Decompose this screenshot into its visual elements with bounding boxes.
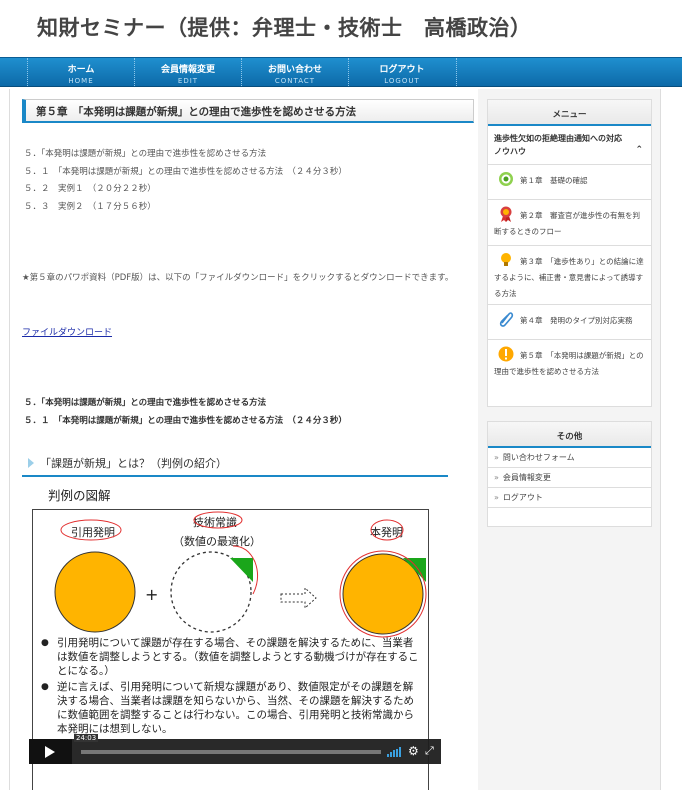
triangle-bullet-icon	[28, 458, 34, 468]
main-content: 第５章 「本発明は課題が新規」との理由で進歩性を認めさせる方法 ５．「本発明は課…	[10, 89, 478, 790]
menu-title: メニュー	[488, 100, 651, 126]
menu-item-chapter-4[interactable]: 第４章 発明のタイプ別対応実務	[488, 305, 651, 340]
toc-item: ５．２ 実例１ （２０分２２秒）	[24, 184, 156, 194]
nav-contact-sublabel: CONTACT	[274, 77, 316, 85]
chevron-right-icon: »	[494, 453, 499, 462]
exclamation-icon	[498, 346, 514, 362]
label-common-knowledge-sub: （数値の最適化）	[173, 534, 261, 548]
nav-edit-sublabel: EDIT	[177, 77, 199, 85]
menu-item-label: 第１章 基礎の確認	[520, 176, 588, 185]
nav-edit[interactable]: 会員情報変更 EDIT	[134, 58, 241, 86]
section-title-text: 「課題が新規」とは？（判例の紹介）	[40, 457, 227, 470]
slide-heading: 判例の図解	[48, 488, 111, 503]
chapter-title: 第５章 「本発明は課題が新規」との理由で進歩性を認めさせる方法	[22, 99, 474, 123]
nav-logout-label: ログアウト	[379, 65, 425, 75]
menu-item-chapter-2[interactable]: 第２章 審査官が進歩性の有無を判断するときのフロー	[488, 200, 651, 246]
seek-bar[interactable]	[81, 750, 381, 754]
lecture-item: ５．１ 「本発明は課題が新規」との理由で進歩性を認めさせる方法 （２４分３秒）	[24, 415, 347, 426]
global-nav: ホーム HOME 会員情報変更 EDIT お問い合わせ CONTACT ログアウ…	[0, 57, 682, 87]
chevron-right-icon: »	[494, 493, 499, 502]
nav-logout-sublabel: LOGOUT	[384, 77, 420, 85]
site-title[interactable]: 知財セミナー（提供：弁理士・技術士 高橋政治）	[37, 12, 532, 42]
menu-item-label: 第５章 「本発明は課題が新規」との理由で進歩性を認めさせる方法	[494, 351, 644, 376]
toc-list: ５．「本発明は課題が新規」との理由で進歩性を認めさせる方法 ５．１ 「本発明は課…	[24, 146, 347, 216]
download-note: ★第５章のパワポ資料（PDF版）は、以下の「ファイルダウンロード」をクリックする…	[22, 273, 454, 283]
prior-art-circle	[54, 551, 136, 633]
nav-divider	[456, 58, 457, 86]
video-controls: 24:03 ⚙ ⤢	[29, 734, 441, 764]
nav-edit-label: 会員情報変更	[160, 65, 215, 75]
slide-bullet: 引用発明について課題が存在する場合、その課題を解決するために、当業者は数値を調整…	[41, 636, 423, 678]
file-download-link[interactable]: ファイルダウンロード	[22, 325, 112, 338]
menu-item-chapter-3[interactable]: 第３章 「進歩性あり」との結論に達するように、補正書・意見書によって誘導する方法	[488, 246, 651, 305]
medal-icon	[500, 206, 512, 222]
paperclip-icon	[499, 312, 514, 327]
chevron-right-icon: »	[494, 473, 499, 482]
other-item-edit-member[interactable]: » 会員情報変更	[488, 468, 651, 488]
toc-item: ５．「本発明は課題が新規」との理由で進歩性を認めさせる方法	[24, 149, 267, 159]
menu-item-label: 第２章 審査官が進歩性の有無を判断するときのフロー	[494, 211, 640, 236]
other-item-label: 会員情報変更	[502, 473, 551, 482]
arrow-right-icon	[280, 586, 317, 610]
menu-item-label: 第４章 発明のタイプ別対応実務	[520, 316, 633, 325]
menu-item-chapter-1[interactable]: 第１章 基礎の確認	[488, 165, 651, 200]
menu-box: メニュー 進歩性欠如の拒絶理由通知への対応ノウハウ ⌃ 第１章 基礎の確認 第２…	[487, 99, 652, 407]
fullscreen-icon[interactable]: ⤢	[425, 744, 434, 758]
common-knowledge-wedge	[230, 558, 253, 582]
nav-contact-label: お問い合わせ	[267, 65, 322, 75]
lecture-item: ５．「本発明は課題が新規」との理由で進歩性を認めさせる方法	[24, 398, 267, 408]
site-header: 知財セミナー（提供：弁理士・技術士 高橋政治）	[0, 0, 682, 57]
gear-icon[interactable]: ⚙	[408, 744, 419, 758]
toc-item: ５．１ 「本発明は課題が新規」との理由で進歩性を認めさせる方法 （２４分３秒）	[24, 166, 347, 177]
volume-icon[interactable]	[387, 747, 401, 757]
other-item-label: ログアウト	[502, 493, 543, 502]
lightbulb-icon	[501, 253, 511, 266]
nav-home-sublabel: HOME	[68, 77, 94, 85]
other-title: その他	[488, 422, 651, 448]
lecture-list: ５．「本発明は課題が新規」との理由で進歩性を認めさせる方法 ５．１ 「本発明は課…	[24, 395, 347, 430]
other-item-logout[interactable]: » ログアウト	[488, 488, 651, 508]
menu-item-label: 第３章 「進歩性あり」との結論に達するように、補正書・意見書によって誘導する方法	[494, 257, 644, 298]
nav-logout[interactable]: ログアウト LOGOUT	[348, 58, 455, 86]
other-item-label: 問い合わせフォーム	[502, 453, 575, 462]
nav-home-label: ホーム	[67, 65, 95, 75]
nav-home[interactable]: ホーム HOME	[27, 58, 134, 86]
other-box: その他 » 問い合わせフォーム » 会員情報変更 » ログアウト	[487, 421, 652, 527]
plus-sign: +	[145, 585, 158, 604]
menu-item-chapter-5[interactable]: 第５章 「本発明は課題が新規」との理由で進歩性を認めさせる方法	[488, 340, 651, 384]
slide-bullets: 引用発明について課題が存在する場合、その課題を解決するために、当業者は数値を調整…	[41, 636, 423, 738]
other-item-contact-form[interactable]: » 問い合わせフォーム	[488, 448, 651, 468]
slide-bullet: 逆に言えば、引用発明について新規な課題があり、数値限定がその課題を解決する場合、…	[41, 680, 423, 736]
menu-category[interactable]: 進歩性欠如の拒絶理由通知への対応ノウハウ ⌃	[488, 126, 651, 165]
section-title: 「課題が新規」とは？（判例の紹介）	[22, 455, 448, 477]
page-body: 第５章 「本発明は課題が新規」との理由で進歩性を認めさせる方法 ５．「本発明は課…	[9, 89, 661, 790]
chevron-up-icon: ⌃	[635, 145, 643, 155]
time-readout: 24:03	[74, 734, 99, 742]
play-button[interactable]	[29, 739, 72, 764]
label-prior-art: 引用発明	[71, 525, 115, 539]
toc-item: ５．３ 実例２ （１７分５６秒）	[24, 201, 156, 212]
target-icon	[499, 172, 513, 186]
menu-category-label: 進歩性欠如の拒絶理由通知への対応ノウハウ	[494, 134, 622, 156]
nav-contact[interactable]: お問い合わせ CONTACT	[241, 58, 348, 86]
